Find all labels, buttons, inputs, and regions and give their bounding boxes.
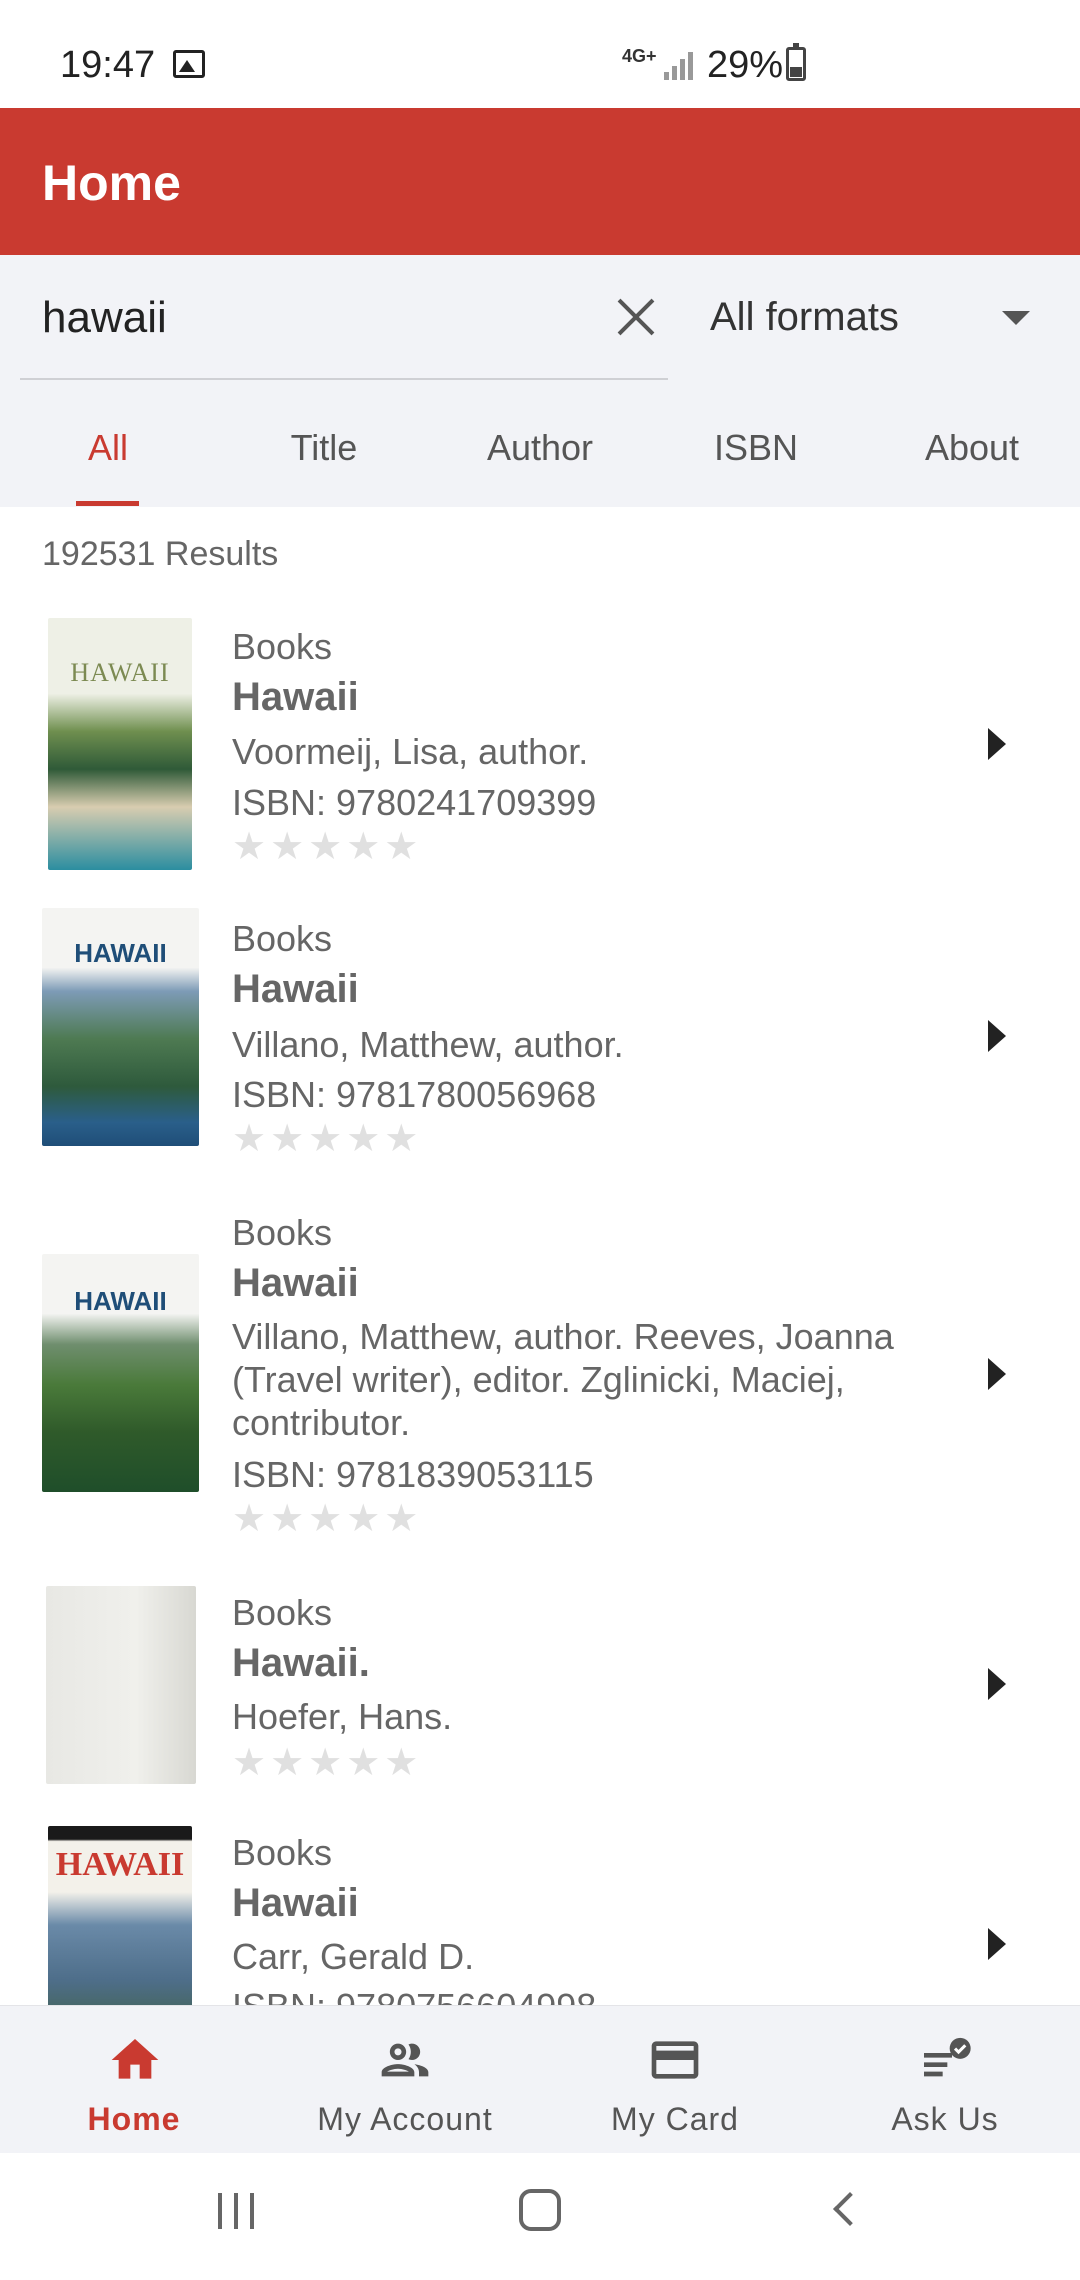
search-input[interactable]: hawaii xyxy=(20,255,668,380)
bottom-nav: Home My Account My Card Ask Us xyxy=(0,2005,1080,2153)
nav-ask-us[interactable]: Ask Us xyxy=(810,2006,1080,2154)
list-item[interactable]: Books Hawaii. Hoefer, Hans. ★★★★★ xyxy=(0,1564,1080,1804)
results-count: 192531 Results xyxy=(42,535,279,573)
network-type-icon: 4G+ xyxy=(622,46,657,66)
book-cover: HAWAII xyxy=(42,1254,199,1492)
item-author: Villano, Matthew, author. Reeves, Joanna… xyxy=(232,1316,894,1443)
format-select[interactable]: All formats xyxy=(686,255,1066,380)
arrow-right-icon[interactable] xyxy=(988,1928,1006,1960)
battery-icon xyxy=(786,43,806,81)
system-back-icon[interactable] xyxy=(833,2192,867,2226)
list-item[interactable]: HAWAII Books Hawaii Villano, Matthew, au… xyxy=(0,1184,1080,1564)
item-title: Hawaii xyxy=(232,1881,359,1925)
item-isbn: ISBN: 9780756604998 xyxy=(232,1986,596,2005)
nav-home-label: Home xyxy=(87,2101,181,2137)
caret-down-icon xyxy=(1002,311,1030,325)
item-author: Voormeij, Lisa, author. xyxy=(232,731,589,772)
arrow-right-icon[interactable] xyxy=(988,1020,1006,1052)
system-home-icon[interactable] xyxy=(519,2189,561,2231)
item-author: Hoefer, Hans. xyxy=(232,1696,453,1737)
list-item[interactable]: HAWAII Books Hawaii Voormeij, Lisa, auth… xyxy=(0,600,1080,890)
nav-my-account-label: My Account xyxy=(317,2101,493,2137)
signal-icon xyxy=(664,50,694,80)
book-cover: HAWAII xyxy=(48,1826,192,2005)
results-list: HAWAII Books Hawaii Voormeij, Lisa, auth… xyxy=(0,600,1080,2005)
tab-about[interactable]: About xyxy=(864,380,1080,507)
rating-stars: ★★★★★ xyxy=(232,826,423,868)
item-author: Carr, Gerald D. xyxy=(232,1936,475,1977)
ask-icon xyxy=(924,2037,971,2077)
rating-stars: ★★★★★ xyxy=(232,1742,423,1784)
item-format: Books xyxy=(232,918,333,959)
status-time: 19:47 xyxy=(60,44,156,86)
item-format: Books xyxy=(232,1212,333,1253)
book-cover: HAWAII xyxy=(42,908,199,1146)
cover-title-text: HAWAII xyxy=(70,658,170,687)
arrow-right-icon[interactable] xyxy=(988,1668,1006,1700)
search-area: hawaii All formats All Title Author ISBN… xyxy=(0,255,1080,507)
app-bar: Home xyxy=(0,108,1080,255)
book-cover: HAWAII xyxy=(48,618,192,870)
tab-all[interactable]: All xyxy=(0,380,216,507)
status-bar: 19:47 4G+ 29% xyxy=(0,0,1080,108)
battery-percent: 29% xyxy=(707,44,784,86)
item-isbn: ISBN: 9781839053115 xyxy=(232,1454,594,1495)
page-title: Home xyxy=(42,155,181,211)
nav-ask-us-label: Ask Us xyxy=(891,2101,999,2137)
item-format: Books xyxy=(232,1832,333,1873)
system-nav-bar xyxy=(0,2153,1080,2280)
list-item[interactable]: HAWAII Books Hawaii Villano, Matthew, au… xyxy=(0,890,1080,1184)
format-select-value: All formats xyxy=(710,295,899,339)
nav-home[interactable]: Home xyxy=(0,2006,270,2154)
item-format: Books xyxy=(232,626,333,667)
rating-stars: ★★★★★ xyxy=(232,1498,423,1540)
cover-title-text: HAWAII xyxy=(74,938,167,968)
account-icon xyxy=(381,2043,429,2077)
nav-my-card-label: My Card xyxy=(611,2101,739,2137)
cover-title-text: HAWAII xyxy=(74,1286,167,1316)
item-isbn: ISBN: 9780241709399 xyxy=(232,782,597,823)
item-title: Hawaii xyxy=(232,1261,359,1305)
item-title: Hawaii. xyxy=(232,1641,370,1685)
tab-isbn[interactable]: ISBN xyxy=(648,380,864,507)
card-icon xyxy=(651,2041,699,2079)
list-item[interactable]: HAWAII Books Hawaii Carr, Gerald D. ISBN… xyxy=(0,1804,1080,2005)
search-tabs: All Title Author ISBN About xyxy=(0,380,1080,507)
arrow-right-icon[interactable] xyxy=(988,1358,1006,1390)
nav-my-account[interactable]: My Account xyxy=(270,2006,540,2154)
gallery-notification-icon xyxy=(173,50,205,78)
cover-title-text: HAWAII xyxy=(55,1846,185,1883)
recent-apps-icon[interactable] xyxy=(218,2193,258,2229)
book-cover-placeholder xyxy=(46,1586,196,1784)
item-title: Hawaii xyxy=(232,675,359,719)
active-tab-indicator xyxy=(76,501,139,506)
clear-icon[interactable] xyxy=(614,295,658,339)
item-format: Books xyxy=(232,1592,333,1633)
item-author: Villano, Matthew, author. xyxy=(232,1024,624,1065)
item-title: Hawaii xyxy=(232,967,359,1011)
tab-title[interactable]: Title xyxy=(216,380,432,507)
item-isbn: ISBN: 9781780056968 xyxy=(232,1074,597,1115)
rating-stars: ★★★★★ xyxy=(232,1118,423,1160)
tab-author[interactable]: Author xyxy=(432,380,648,507)
search-query[interactable]: hawaii xyxy=(42,293,167,343)
nav-my-card[interactable]: My Card xyxy=(540,2006,810,2154)
home-icon xyxy=(111,2039,159,2079)
arrow-right-icon[interactable] xyxy=(988,728,1006,760)
